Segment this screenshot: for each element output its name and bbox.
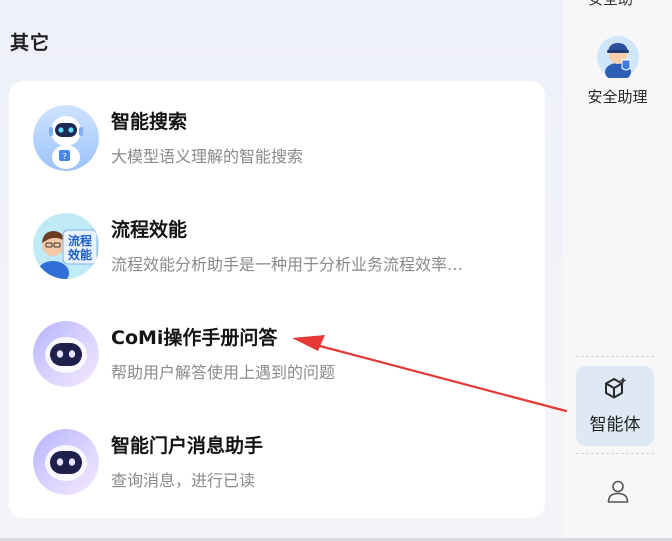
agent-list-card: ? 智能搜索 大模型语义理解的智能搜索 流程效能 流程效能 流程效能分析助手是一… bbox=[9, 81, 545, 518]
rail-divider bbox=[576, 453, 654, 454]
agent-description: 大模型语义理解的智能搜索 bbox=[111, 147, 304, 166]
agent-item-portal-message-assistant[interactable]: 智能门户消息助手 查询消息，进行已读 bbox=[9, 429, 545, 529]
rail-item-security-assistant[interactable]: 安全助理 bbox=[563, 36, 672, 107]
sparkle-cube-icon bbox=[602, 376, 628, 402]
rail-item-partial-label[interactable]: 安全助 bbox=[588, 0, 633, 9]
agent-name: 智能门户消息助手 bbox=[111, 435, 264, 457]
svg-text:?: ? bbox=[62, 152, 66, 161]
agent-item-process-efficiency[interactable]: 流程效能 流程效能 流程效能分析助手是一种用于分析业务流程效率… bbox=[9, 213, 545, 313]
agent-item-comi-manual-qa[interactable]: CoMi操作手册问答 帮助用户解答使用上遇到的问题 bbox=[9, 321, 545, 421]
agent-item-smart-search[interactable]: ? 智能搜索 大模型语义理解的智能搜索 bbox=[9, 105, 545, 205]
user-icon bbox=[605, 478, 631, 504]
process-efficiency-avatar-icon: 流程效能 bbox=[33, 213, 99, 279]
rail-tab-label: 智能体 bbox=[589, 415, 641, 435]
agent-description: 流程效能分析助手是一种用于分析业务流程效率… bbox=[111, 255, 464, 274]
rail-tab-agents[interactable]: 智能体 bbox=[576, 366, 654, 446]
agent-name: CoMi操作手册问答 bbox=[111, 327, 278, 349]
right-sidebar: 安全助 安全助理 智能体 bbox=[563, 0, 672, 541]
main-panel: 其它 ? 智能搜索 大模型语义理解的智能搜索 流程效能 流程效能 流程效能分析助… bbox=[0, 0, 563, 541]
agent-name: 智能搜索 bbox=[111, 111, 188, 133]
robot-search-avatar-icon: ? bbox=[33, 105, 99, 171]
agent-description: 帮助用户解答使用上遇到的问题 bbox=[111, 363, 336, 382]
comi-bot-avatar-icon bbox=[33, 321, 99, 387]
security-officer-avatar-icon bbox=[596, 36, 639, 81]
comi-bot-avatar-icon bbox=[33, 429, 99, 495]
rail-item-user-profile[interactable] bbox=[563, 478, 672, 504]
agent-name: 流程效能 bbox=[111, 219, 188, 241]
rail-item-label: 安全助理 bbox=[587, 88, 648, 106]
section-title: 其它 bbox=[10, 32, 51, 54]
avatar-badge-text: 流程效能 bbox=[67, 234, 92, 262]
agent-description: 查询消息，进行已读 bbox=[111, 471, 256, 490]
rail-divider bbox=[576, 356, 654, 357]
